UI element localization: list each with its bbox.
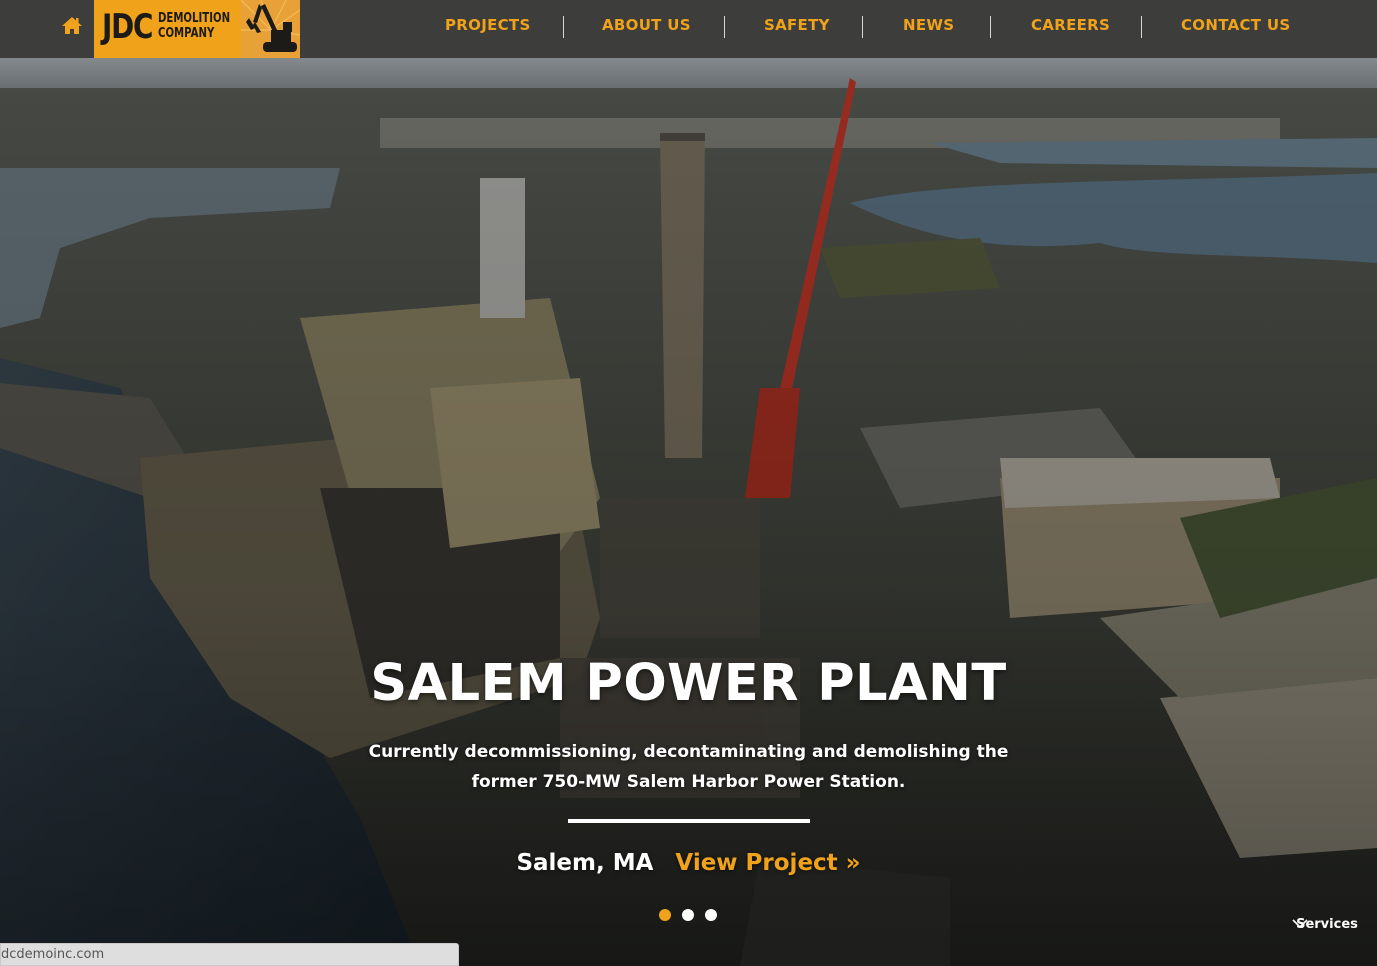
nav-divider	[563, 16, 564, 38]
jdc-logo[interactable]: JDC DEMOLITION COMPANY	[94, 0, 300, 58]
slide-dot-1[interactable]	[659, 909, 671, 921]
title-divider	[568, 819, 810, 823]
logo-line-2: COMPANY	[158, 26, 215, 41]
slide-description: Currently decommissioning, decontaminati…	[0, 737, 1377, 797]
nav-about-us[interactable]: ABOUT US	[602, 16, 691, 34]
view-project-link[interactable]: View Project »	[675, 850, 860, 876]
nav-careers[interactable]: CAREERS	[1031, 16, 1110, 34]
top-navigation-bar: JDC DEMOLITION COMPANY PROJECTS ABOUT US	[0, 0, 1377, 58]
hero-background-image	[0, 58, 1377, 966]
nav-contact-us[interactable]: CONTACT US	[1181, 16, 1290, 34]
logo-subtitle: DEMOLITION COMPANY	[158, 11, 230, 41]
nav-news[interactable]: NEWS	[903, 16, 954, 34]
hero-slider: SALEM POWER PLANT Currently decommission…	[0, 58, 1377, 966]
excavator-icon	[241, 0, 300, 58]
slide-location: Salem, MA	[516, 850, 654, 876]
logo-line-1: DEMOLITION	[158, 11, 231, 26]
nav-divider	[862, 16, 863, 38]
chevron-down-icon	[1292, 919, 1308, 929]
slide-title: SALEM POWER PLANT	[370, 654, 1007, 713]
services-scroll-button[interactable]: Services	[1292, 917, 1362, 932]
slide-dot-3[interactable]	[705, 909, 717, 921]
status-url: dcdemoinc.com	[1, 947, 105, 962]
slider-pagination	[659, 909, 717, 921]
slide-footer: Salem, MA View Project »	[0, 850, 1377, 876]
logo-main-text: JDC	[102, 7, 154, 47]
slide-dot-2[interactable]	[682, 909, 694, 921]
home-icon[interactable]	[58, 12, 86, 40]
nav-divider	[724, 16, 725, 38]
nav-divider	[1141, 16, 1142, 38]
nav-divider	[990, 16, 991, 38]
nav-safety[interactable]: SAFETY	[764, 16, 830, 34]
slide-description-line-1: Currently decommissioning, decontaminati…	[368, 742, 1009, 762]
browser-status-bar: dcdemoinc.com	[0, 943, 459, 966]
slide-description-line-2: former 750-MW Salem Harbor Power Station…	[471, 772, 906, 792]
nav-projects[interactable]: PROJECTS	[445, 16, 531, 34]
